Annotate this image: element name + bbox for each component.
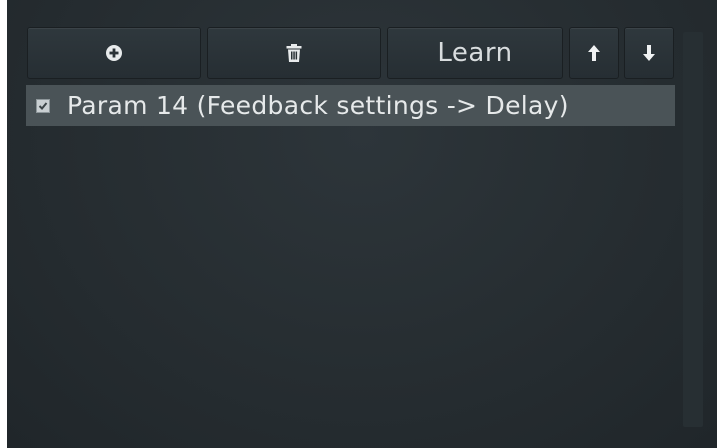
list-item[interactable]: Param 14 (Feedback settings -> Delay) [26, 85, 675, 126]
plus-circle-icon [105, 44, 123, 62]
arrow-up-icon [587, 44, 601, 62]
parameter-list: Param 14 (Feedback settings -> Delay) [26, 85, 675, 403]
learn-button[interactable]: Learn [387, 27, 563, 79]
move-up-button[interactable] [569, 27, 619, 79]
trash-icon [285, 43, 303, 63]
learn-button-label: Learn [437, 38, 513, 68]
checkmark-icon [38, 101, 48, 110]
item-checkbox[interactable] [36, 98, 50, 113]
add-button[interactable] [27, 27, 201, 79]
arrow-down-icon [642, 44, 656, 62]
parameter-list-panel: Learn Param 14 (Feedback settings -> Del… [7, 0, 717, 448]
move-down-button[interactable] [624, 27, 674, 79]
scrollbar[interactable] [683, 32, 703, 427]
delete-button[interactable] [207, 27, 381, 79]
item-label: Param 14 (Feedback settings -> Delay) [67, 91, 569, 120]
